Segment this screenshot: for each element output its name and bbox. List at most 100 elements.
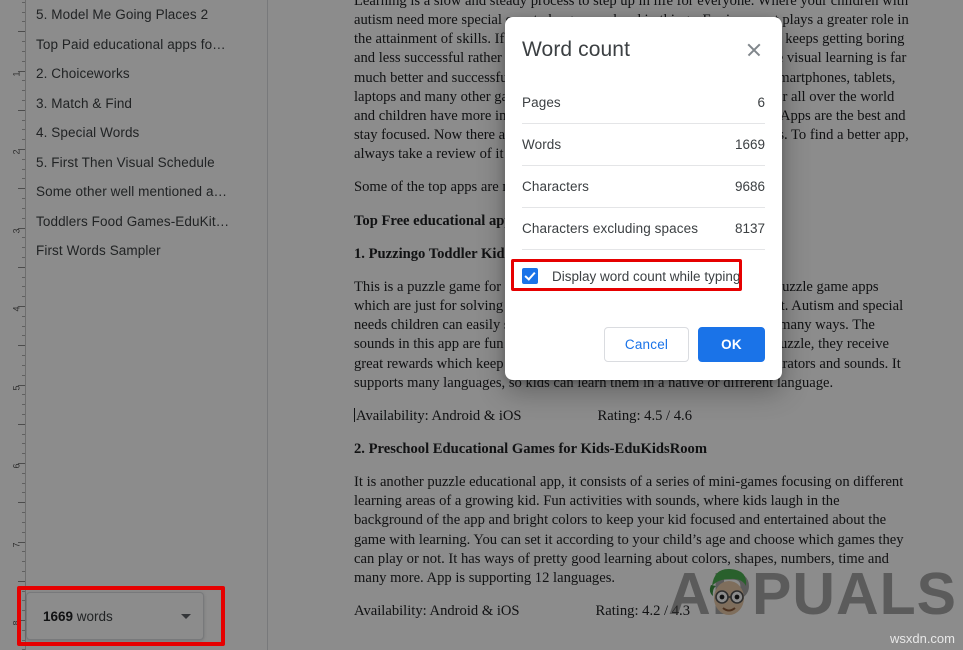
ruler-tick [22, 90, 25, 92]
word-count-chip-wrapper: 1669 words [26, 592, 204, 640]
ruler-tick [22, 1, 25, 3]
close-icon[interactable] [743, 39, 765, 61]
ruler-tick [22, 492, 25, 494]
word-count-chip[interactable]: 1669 words [26, 592, 204, 640]
ruler-tick [22, 158, 25, 160]
outline-item[interactable]: 3. Match & Find [26, 89, 268, 119]
display-word-count-checkbox-label: Display word count while typing [552, 268, 741, 284]
stat-value: 9686 [734, 179, 765, 195]
ruler-tick [22, 413, 25, 415]
ruler-tick [22, 276, 25, 278]
ruler-tick [22, 531, 25, 533]
ruler-tick [18, 541, 25, 543]
cancel-button[interactable]: Cancel [604, 327, 689, 362]
dialog-title: Word count [522, 38, 630, 61]
stat-value: 6 [757, 95, 765, 111]
ruler-tick [18, 70, 25, 72]
document-outline-sidebar: 5. Model Me Going Places 2 Top Paid educa… [26, 0, 268, 650]
ruler-tick [18, 384, 25, 386]
ruler-tick [22, 50, 25, 52]
outline-item[interactable]: Top Paid educational apps fo… [26, 30, 268, 60]
ruler-tick [22, 443, 25, 445]
ruler-tick [22, 404, 25, 406]
outline-item[interactable]: 2. Choiceworks [26, 59, 268, 89]
ruler-tick [22, 217, 25, 219]
ruler-tick [22, 80, 25, 82]
ruler-tick [22, 629, 25, 631]
rating-text: Rating: 4.2 / 4.3 [595, 603, 690, 620]
stat-label: Pages [522, 95, 561, 111]
ruler-tick [22, 256, 25, 258]
document-availability-line: Availability: Android & iOS Rating: 4.2 /… [354, 602, 912, 621]
ruler-tick [18, 502, 25, 504]
ruler-tick [22, 610, 25, 612]
ruler-number: 2 [11, 149, 22, 155]
ruler-tick [22, 364, 25, 366]
stat-label: Characters excluding spaces [522, 221, 699, 237]
outline-item[interactable]: Some other well mentioned a… [26, 177, 268, 207]
word-count-dialog[interactable]: Word count Pages 6 Words 1669 Characters 9686… [505, 17, 782, 380]
ruler-tick [22, 433, 25, 435]
display-word-count-checkbox-row[interactable]: Display word count while typing [522, 264, 765, 288]
ruler-number: 7 [11, 542, 22, 548]
ruler-tick [22, 21, 25, 23]
ruler-tick [22, 198, 25, 200]
ruler-tick [18, 109, 25, 111]
ruler-tick [22, 355, 25, 357]
checkbox-checked-icon[interactable] [522, 268, 538, 285]
word-count-chip-unit: words [73, 608, 113, 624]
ruler-tick [18, 227, 25, 229]
ruler-tick [18, 463, 25, 464]
outline-item[interactable]: 5. Model Me Going Places 2 [26, 0, 268, 30]
ruler-tick [22, 561, 25, 563]
dialog-stats-list: Pages 6 Words 1669 Characters 9686 Characters … [505, 82, 782, 251]
document-availability-line: Availability: Android & iOS Rating: 4.5 /… [354, 407, 912, 426]
outline-item[interactable]: First Words Sampler [26, 236, 268, 266]
ruler-tick [22, 99, 25, 101]
chevron-down-icon[interactable] [181, 613, 191, 619]
ruler-tick [22, 286, 25, 288]
outline-item[interactable]: 5. First Then Visual Schedule [26, 148, 268, 178]
ruler-tick [22, 237, 25, 239]
ruler-tick [22, 139, 25, 141]
site-url-watermark: wsxdn.com [889, 631, 955, 646]
ruler-tick [22, 325, 25, 327]
ruler-tick [22, 119, 25, 121]
dialog-actions: Cancel OK [604, 327, 765, 362]
ruler-number: 5 [11, 385, 22, 391]
word-count-chip-label: 1669 words [43, 609, 175, 624]
ruler-tick [18, 423, 25, 425]
ruler-number: 4 [11, 306, 22, 312]
sidebar-divider [267, 0, 268, 650]
dialog-header: Word count [505, 17, 782, 62]
stat-row: Pages 6 [522, 82, 765, 125]
outline-list: 5. Model Me Going Places 2 Top Paid educa… [26, 0, 268, 266]
ruler-tick [22, 168, 25, 170]
ruler-tick [22, 315, 25, 317]
ruler-tick [18, 266, 25, 268]
ok-button[interactable]: OK [698, 327, 765, 362]
ruler-tick [22, 639, 25, 641]
ruler-tick [18, 31, 25, 33]
ruler-tick [18, 345, 25, 347]
ruler-tick [18, 149, 25, 150]
ruler-tick [22, 178, 25, 180]
ruler-tick [22, 207, 25, 209]
stat-label: Characters [522, 179, 590, 195]
ruler-tick [18, 188, 25, 190]
ruler-tick [22, 394, 25, 396]
outline-item[interactable]: 4. Special Words [26, 118, 268, 148]
availability-text: Availability: Android & iOS [356, 407, 522, 424]
ruler-tick [22, 374, 25, 376]
ruler-tick [22, 60, 25, 62]
ruler-number: 3 [11, 228, 22, 234]
stat-value: 8137 [734, 221, 765, 237]
availability-text: Availability: Android & iOS [354, 603, 520, 620]
ruler-tick [22, 482, 25, 484]
ruler-tick [22, 472, 25, 474]
ruler-tick [22, 296, 25, 298]
outline-item[interactable]: Toddlers Food Games-EduKit… [26, 207, 268, 237]
text-cursor [354, 407, 355, 422]
stat-row: Words 1669 [522, 124, 765, 167]
ruler-number: 8 [11, 620, 22, 626]
